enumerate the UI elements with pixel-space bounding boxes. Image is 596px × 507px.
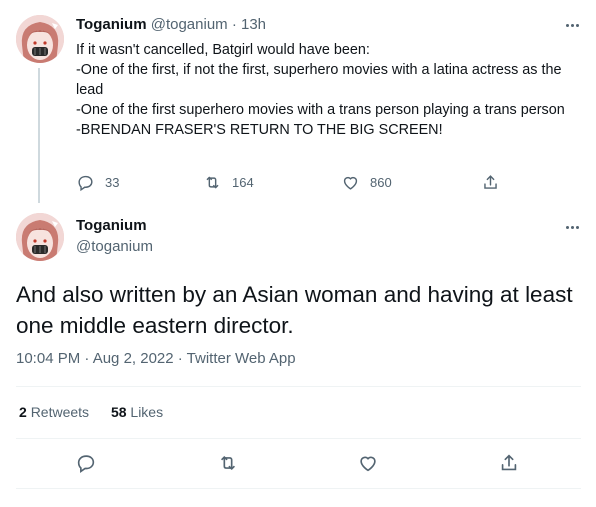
engagement-stats: 2 Retweets 58 Likes	[19, 404, 163, 420]
reply-button[interactable]	[75, 452, 99, 476]
author-handle[interactable]: @toganium	[76, 238, 153, 255]
retweet-button[interactable]: 164	[203, 171, 254, 193]
reply-text-line: -One of the first, if not the first, sup…	[76, 62, 566, 98]
author-handle[interactable]: @toganium	[151, 16, 228, 33]
reply-header: Toganium @toganium · 13h	[76, 16, 266, 33]
reply-tweet-text: If it wasn't cancelled, Batgirl would ha…	[76, 40, 576, 140]
thread-line	[38, 68, 40, 203]
reply-icon	[77, 455, 95, 474]
main-tweet-text: And also written by an Asian woman and h…	[16, 282, 573, 338]
reply-text-line: If it wasn't cancelled, Batgirl would ha…	[76, 42, 370, 58]
reply-icon	[76, 173, 95, 192]
divider	[16, 386, 581, 387]
tweet-time[interactable]: 13h	[241, 16, 266, 33]
retweets-label: Retweets	[30, 404, 90, 420]
retweet-count: 164	[232, 174, 254, 190]
more-icon[interactable]	[560, 219, 584, 235]
author-name[interactable]: Toganium	[76, 16, 147, 33]
likes-stat[interactable]: 58 Likes	[111, 404, 163, 420]
avatar[interactable]	[16, 213, 64, 261]
likes-label: Likes	[130, 404, 164, 420]
retweets-stat[interactable]: 2 Retweets	[19, 404, 89, 420]
avatar[interactable]	[16, 15, 64, 63]
divider	[16, 488, 581, 489]
retweet-icon	[220, 456, 236, 470]
heart-icon	[341, 173, 360, 192]
heart-icon	[360, 456, 376, 472]
share-button[interactable]	[481, 171, 500, 193]
share-icon	[481, 173, 500, 192]
reply-text-line: -BRENDAN FRASER'S RETURN TO THE BIG SCRE…	[76, 122, 443, 138]
reply-count: 33	[105, 174, 120, 190]
share-button[interactable]	[498, 452, 522, 476]
author-name[interactable]: Toganium	[76, 217, 147, 234]
like-count: 860	[370, 174, 392, 190]
retweet-button[interactable]	[217, 452, 241, 476]
reply-text-line: -One of the first superhero movies with …	[76, 102, 565, 118]
tweet-meta[interactable]: 10:04 PM · Aug 2, 2022 · Twitter Web App	[16, 350, 296, 367]
retweets-value: 2	[19, 404, 27, 420]
like-button[interactable]	[357, 452, 381, 476]
separator-dot: ·	[231, 16, 237, 33]
like-button[interactable]: 860	[341, 171, 392, 193]
more-icon[interactable]	[560, 17, 584, 33]
share-icon	[501, 454, 517, 471]
likes-value: 58	[110, 404, 127, 420]
retweet-icon	[203, 173, 222, 192]
divider	[16, 438, 581, 439]
reply-button[interactable]: 33	[76, 171, 119, 193]
